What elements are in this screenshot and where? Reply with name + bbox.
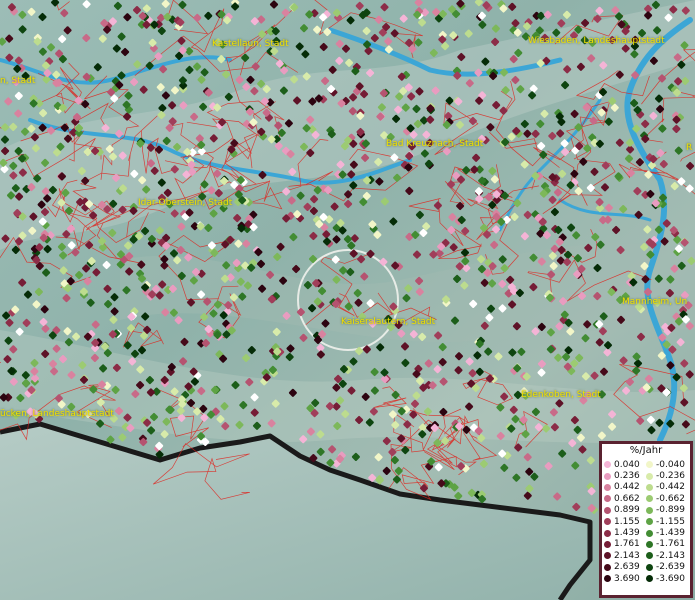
legend-entry-negative: -1.155 xyxy=(646,517,688,527)
legend-swatch xyxy=(646,563,653,571)
legend-row: 1.439 -1.439 xyxy=(604,527,688,538)
legend-row: 2.639 -2.639 xyxy=(604,562,688,573)
legend-entry-negative: -0.236 xyxy=(646,471,688,481)
legend-row: 2.143 -2.143 xyxy=(604,550,688,561)
city-label-saarbruecken: ücken, Landeshauptstadt xyxy=(0,409,114,419)
legend-entry-negative: -2.143 xyxy=(646,551,688,561)
legend-swatch xyxy=(604,483,611,491)
legend-value: 2.143 xyxy=(614,550,640,561)
city-label-mannheim: Mannheim, Un xyxy=(622,297,688,307)
legend-entry-negative: -0.662 xyxy=(646,494,688,504)
legend-value: -2.639 xyxy=(656,562,686,573)
legend-row: 0.662 -0.662 xyxy=(604,493,688,504)
legend-entry-positive: 0.442 xyxy=(604,482,646,492)
city-label-bad-kreuznach: Bad Kreuznach, Stadt xyxy=(386,139,484,149)
legend-entry-negative: -1.439 xyxy=(646,528,688,538)
legend-row: 1.761 -1.761 xyxy=(604,539,688,550)
legend-entry-positive: 1.761 xyxy=(604,539,646,549)
legend-swatch xyxy=(646,506,653,514)
legend-value: -0.040 xyxy=(656,459,686,470)
legend-panel: %/Jahr 0.040 -0.040 0.236 -0.236 0.442 -0.442… xyxy=(599,441,693,598)
legend-swatch xyxy=(646,518,653,526)
legend-swatch xyxy=(604,563,611,571)
legend-entry-positive: 1.439 xyxy=(604,528,646,538)
relief-basemap xyxy=(0,0,695,600)
legend-row: 0.236 -0.236 xyxy=(604,470,688,481)
map-view[interactable]: Kastellaun, Stadt Wiesbaden, Landeshaupt… xyxy=(0,0,695,600)
legend-swatch xyxy=(646,483,653,491)
legend-value: 2.639 xyxy=(614,562,640,573)
legend-value: 0.899 xyxy=(614,505,640,516)
legend-row: 0.442 -0.442 xyxy=(604,482,688,493)
legend-value: 0.442 xyxy=(614,482,640,493)
city-label-kaiserslautern: Kaiserslautern, Stadt xyxy=(341,317,436,327)
city-label-kastellaun: Kastellaun, Stadt xyxy=(212,39,289,49)
legend-value: -3.690 xyxy=(656,573,686,584)
legend-entry-negative: -0.040 xyxy=(646,460,688,470)
legend-entry-negative: -1.761 xyxy=(646,539,688,549)
city-label-right: R xyxy=(686,143,693,153)
legend-value: 0.236 xyxy=(614,471,640,482)
legend-swatch xyxy=(646,575,653,583)
legend-entry-positive: 2.143 xyxy=(604,551,646,561)
legend-entry-positive: 0.899 xyxy=(604,505,646,515)
legend-value: 0.662 xyxy=(614,493,640,504)
legend-entry-negative: -0.442 xyxy=(646,482,688,492)
legend-entry-positive: 0.236 xyxy=(604,471,646,481)
legend-value: -0.662 xyxy=(656,493,686,504)
legend-entry-positive: 0.040 xyxy=(604,460,646,470)
legend-value: 1.761 xyxy=(614,539,640,550)
legend-entry-positive: 2.639 xyxy=(604,562,646,572)
legend-title: %/Jahr xyxy=(629,445,663,456)
legend-value: -2.143 xyxy=(656,550,686,561)
legend-swatch xyxy=(604,552,611,560)
legend-entry-negative: -3.690 xyxy=(646,574,688,584)
legend-entry-negative: -2.639 xyxy=(646,562,688,572)
city-label-edenkoben: Edenkoben, Stadt xyxy=(521,390,601,400)
legend-swatch xyxy=(604,518,611,526)
city-label-wiesbaden: Wiesbaden, Landeshauptstadt xyxy=(528,36,665,46)
legend-value: 1.439 xyxy=(614,528,640,539)
legend-swatch xyxy=(646,529,653,537)
legend-value: 1.155 xyxy=(614,516,640,527)
legend-row: 3.690 -3.690 xyxy=(604,573,688,584)
legend-swatch xyxy=(604,495,611,503)
legend-entry-positive: 3.690 xyxy=(604,574,646,584)
legend-swatch xyxy=(646,552,653,560)
legend-swatch xyxy=(646,472,653,480)
legend-value: -0.442 xyxy=(656,482,686,493)
legend-row: 0.899 -0.899 xyxy=(604,505,688,516)
legend-swatch xyxy=(604,506,611,514)
legend-value: -0.236 xyxy=(656,471,686,482)
legend-value: 3.690 xyxy=(614,573,640,584)
legend-swatch xyxy=(604,472,611,480)
legend-rows: 0.040 -0.040 0.236 -0.236 0.442 -0.442 0.662 -0… xyxy=(604,459,688,584)
legend-entry-negative: -0.899 xyxy=(646,505,688,515)
legend-swatch xyxy=(646,461,653,469)
legend-swatch xyxy=(604,461,611,469)
city-label-idar-oberstein: Idar-Oberstein, Stadt xyxy=(138,198,233,208)
legend-swatch xyxy=(604,529,611,537)
legend-value: -1.155 xyxy=(656,516,686,527)
legend-value: -0.899 xyxy=(656,505,686,516)
legend-entry-positive: 0.662 xyxy=(604,494,646,504)
legend-value: -1.761 xyxy=(656,539,686,550)
legend-swatch xyxy=(646,495,653,503)
legend-value: -1.439 xyxy=(656,528,686,539)
legend-row: 0.040 -0.040 xyxy=(604,459,688,470)
legend-row: 1.155 -1.155 xyxy=(604,516,688,527)
legend-entry-positive: 1.155 xyxy=(604,517,646,527)
city-label-west: n, Stadt xyxy=(0,76,36,86)
legend-swatch xyxy=(604,540,611,548)
legend-swatch xyxy=(604,575,611,583)
legend-swatch xyxy=(646,540,653,548)
legend-value: 0.040 xyxy=(614,459,640,470)
